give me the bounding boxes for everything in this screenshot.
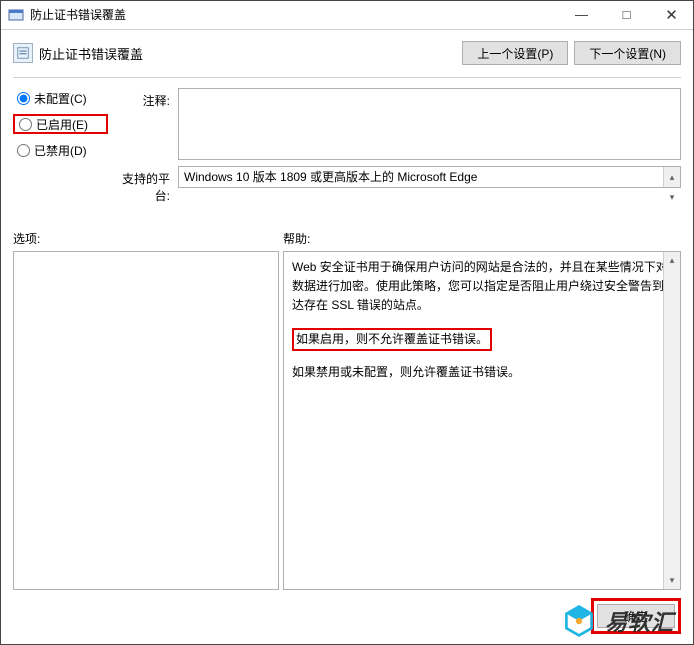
policy-icon <box>13 43 33 63</box>
radio-enabled-label: 已启用(E) <box>36 116 88 133</box>
options-panel <box>13 251 279 590</box>
radio-not-configured[interactable]: 未配置(C) <box>13 88 108 108</box>
scroll-down-icon[interactable]: ▾ <box>664 572 680 589</box>
help-text-2: 如果启用，则不允许覆盖证书错误。 <box>292 328 492 351</box>
radio-not-configured-label: 未配置(C) <box>34 90 87 107</box>
ok-button[interactable]: 确定 <box>597 604 675 628</box>
scroll-track[interactable] <box>664 269 680 572</box>
comment-label: 注释: <box>108 88 178 109</box>
help-text-1: Web 安全证书用于确保用户访问的网站是合法的，并且在某些情况下对数据进行加密。… <box>292 258 672 316</box>
radio-disabled-label: 已禁用(D) <box>34 142 87 159</box>
radio-disabled[interactable]: 已禁用(D) <box>13 140 108 160</box>
next-setting-button[interactable]: 下一个设置(N) <box>574 41 681 65</box>
help-text-3: 如果禁用或未配置，则允许覆盖证书错误。 <box>292 363 672 382</box>
ok-highlight: 确定 <box>591 598 681 634</box>
platform-label: 支持的平台: <box>108 166 178 204</box>
help-scrollbar[interactable]: ▴ ▾ <box>663 252 680 589</box>
scroll-up-icon[interactable]: ▴ <box>664 252 680 269</box>
comment-input[interactable] <box>178 88 681 160</box>
scroll-up-icon[interactable]: ▴ <box>664 167 680 187</box>
platform-value: Windows 10 版本 1809 或更高版本上的 Microsoft Edg… <box>184 167 477 187</box>
radio-not-configured-input[interactable] <box>17 92 30 105</box>
options-label: 选项: <box>13 230 283 247</box>
separator <box>13 77 681 78</box>
radio-disabled-input[interactable] <box>17 144 30 157</box>
platform-field: Windows 10 版本 1809 或更高版本上的 Microsoft Edg… <box>178 166 681 188</box>
scroll-down-icon[interactable]: ▾ <box>664 187 680 207</box>
prev-setting-button[interactable]: 上一个设置(P) <box>462 41 568 65</box>
radio-enabled-input[interactable] <box>19 118 32 131</box>
radio-enabled[interactable]: 已启用(E) <box>13 114 108 134</box>
header-title: 防止证书错误覆盖 <box>39 44 143 63</box>
help-panel: Web 安全证书用于确保用户访问的网站是合法的，并且在某些情况下对数据进行加密。… <box>283 251 681 590</box>
platform-scrollbar[interactable]: ▴ ▾ <box>663 167 680 187</box>
help-label: 帮助: <box>283 230 310 247</box>
